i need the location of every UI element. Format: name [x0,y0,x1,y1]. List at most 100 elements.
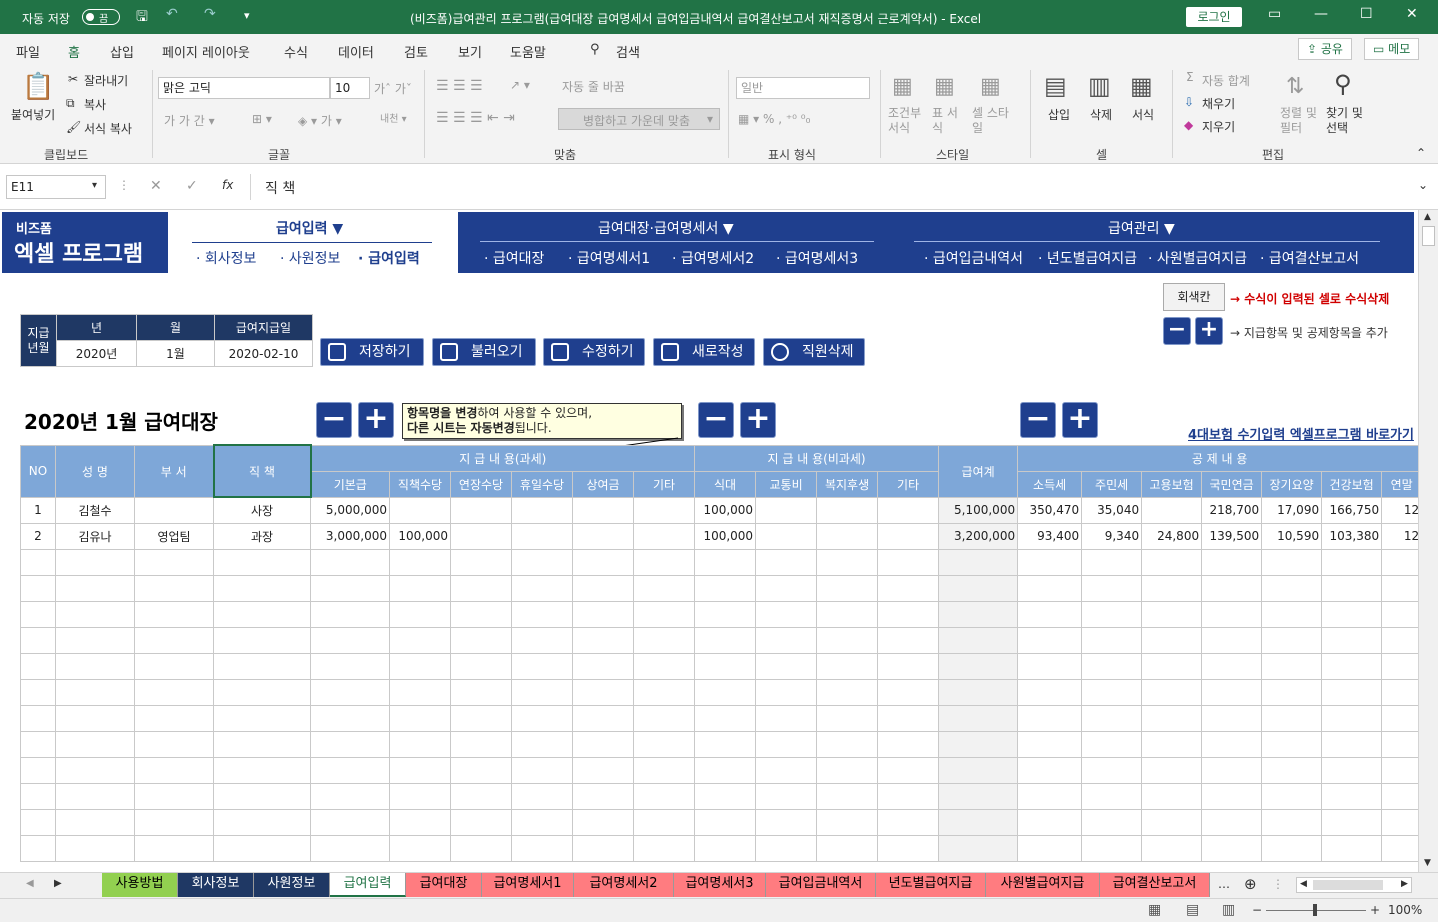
table-cell[interactable] [877,678,940,706]
page-layout-icon[interactable]: ▤ [1186,902,1199,918]
table-cell[interactable] [511,574,573,602]
table-cell[interactable] [450,496,512,524]
next-sheet-icon[interactable]: ▶ [54,878,62,889]
table-row[interactable]: 1 김철수 사장 5,000,000 100,000 5,100,000 350,470 35… [20,496,1418,524]
table-cell[interactable] [1321,574,1383,602]
table-cell[interactable] [1201,704,1263,732]
ribbon-display-icon[interactable]: ▭ [1268,6,1281,22]
table-cell[interactable] [755,782,818,810]
table-cell[interactable] [1381,678,1418,706]
table-cell[interactable] [1321,678,1383,706]
autosum-button[interactable]: 자동 합계 [1202,72,1250,89]
table-cell[interactable] [1017,782,1083,810]
sheet-tab[interactable]: 급여결산보고서 [1100,873,1210,897]
nav-deposit[interactable]: · 급여입금내역서 [924,248,1023,268]
banner-title-manage[interactable]: 급여관리 ▼ [1108,218,1175,238]
customize-qat-icon[interactable]: ▾ [244,9,250,22]
tab-data[interactable]: 데이터 [338,42,374,61]
table-cell[interactable] [55,600,135,628]
delete-employee-button[interactable]: 직원삭제 [763,338,865,366]
table-cell[interactable] [450,678,512,706]
table-cell[interactable] [134,652,214,680]
table-cell[interactable] [877,704,940,732]
table-cell[interactable] [816,496,879,524]
table-cell[interactable] [1081,782,1143,810]
table-cell[interactable] [1321,782,1383,810]
table-cell[interactable] [632,678,696,706]
table-row[interactable]: 2 김유나 영업팀 과장 3,000,000 100,000 100,000 3,200,00… [20,522,1418,550]
table-cell[interactable] [877,834,940,862]
table-cell[interactable] [694,600,757,628]
table-cell[interactable] [1381,626,1418,654]
table-cell[interactable] [1081,574,1143,602]
table-cell[interactable] [310,782,390,810]
save-button[interactable]: 저장하기 [320,338,424,366]
table-cell[interactable] [1081,548,1143,576]
table-cell[interactable] [389,548,451,576]
table-cell[interactable] [213,652,311,680]
format-cells-button[interactable]: 서식 [1132,106,1154,123]
table-cell[interactable] [213,756,311,784]
nav-payslip2[interactable]: · 급여명세서2 [672,248,754,268]
table-row[interactable] [20,548,1418,576]
table-cell[interactable] [755,808,818,836]
insurance-link[interactable]: 4대보험 수기입력 엑셀프로그램 바로가기 [1188,424,1414,443]
sheet-tab[interactable]: 사용방법 [102,873,178,897]
add-deduction-button[interactable]: + [1062,402,1098,438]
table-cell[interactable] [816,678,879,706]
table-cell[interactable] [134,730,214,758]
tab-insert[interactable]: 삽입 [110,42,134,61]
edit-button[interactable]: 수정하기 [543,338,645,366]
table-cell[interactable] [511,652,573,680]
table-cell[interactable] [816,782,879,810]
maximize-icon[interactable]: ☐ [1360,6,1373,22]
table-cell[interactable] [511,626,573,654]
table-cell[interactable] [1017,678,1083,706]
redo-icon[interactable]: ↷ [204,6,216,22]
table-cell[interactable] [755,730,818,758]
table-cell[interactable] [1381,548,1418,576]
table-cell[interactable] [1141,600,1203,628]
table-cell[interactable] [55,626,135,654]
worksheet[interactable]: 비즈폼 엑셀 프로그램 급여입력 ▼ · 회사정보 · 사원정보 · 급여입력 … [0,210,1418,872]
table-cell[interactable] [694,704,757,732]
table-cell[interactable] [816,652,879,680]
table-cell[interactable] [20,600,56,628]
table-cell[interactable] [20,574,56,602]
table-row[interactable] [20,782,1418,810]
table-cell[interactable]: 100,000 [694,522,757,550]
add-taxable-button[interactable]: + [358,402,394,438]
table-cell[interactable] [389,496,451,524]
table-row[interactable] [20,834,1418,862]
table-cell[interactable] [632,496,696,524]
table-cell[interactable] [1141,834,1203,862]
horizontal-scrollbar[interactable]: ◀ ▶ [1296,877,1412,893]
table-cell[interactable] [755,756,818,784]
sheet-tab[interactable]: 급여입금내역서 [766,873,876,897]
table-cell[interactable] [1201,678,1263,706]
sheet-tab[interactable]: 급여명세서1 [482,873,574,897]
fill-button[interactable]: 채우기 [1202,95,1235,112]
table-cell[interactable] [755,574,818,602]
nav-pay-input[interactable]: · 급여입력 [358,248,420,268]
search-icon[interactable]: ⚲ [590,42,600,57]
table-cell[interactable] [938,782,1019,810]
add-sheet-icon[interactable]: ⊕ [1244,875,1257,893]
name-box[interactable]: E11 [6,175,106,199]
table-cell[interactable] [1141,548,1203,576]
table-cell[interactable] [1141,652,1203,680]
table-cell[interactable] [1141,730,1203,758]
table-cell[interactable] [694,730,757,758]
table-cell[interactable] [938,808,1019,836]
table-cell[interactable] [816,574,879,602]
table-cell[interactable] [389,704,451,732]
table-cell[interactable] [213,704,311,732]
table-cell[interactable] [938,730,1019,758]
table-cell[interactable] [1141,496,1203,524]
table-cell[interactable] [511,834,573,862]
table-cell[interactable]: 93,400 [1017,522,1083,550]
table-cell[interactable] [134,600,214,628]
table-cell[interactable] [694,626,757,654]
cancel-icon[interactable]: ✕ [150,178,162,194]
close-icon[interactable]: ✕ [1406,6,1418,22]
